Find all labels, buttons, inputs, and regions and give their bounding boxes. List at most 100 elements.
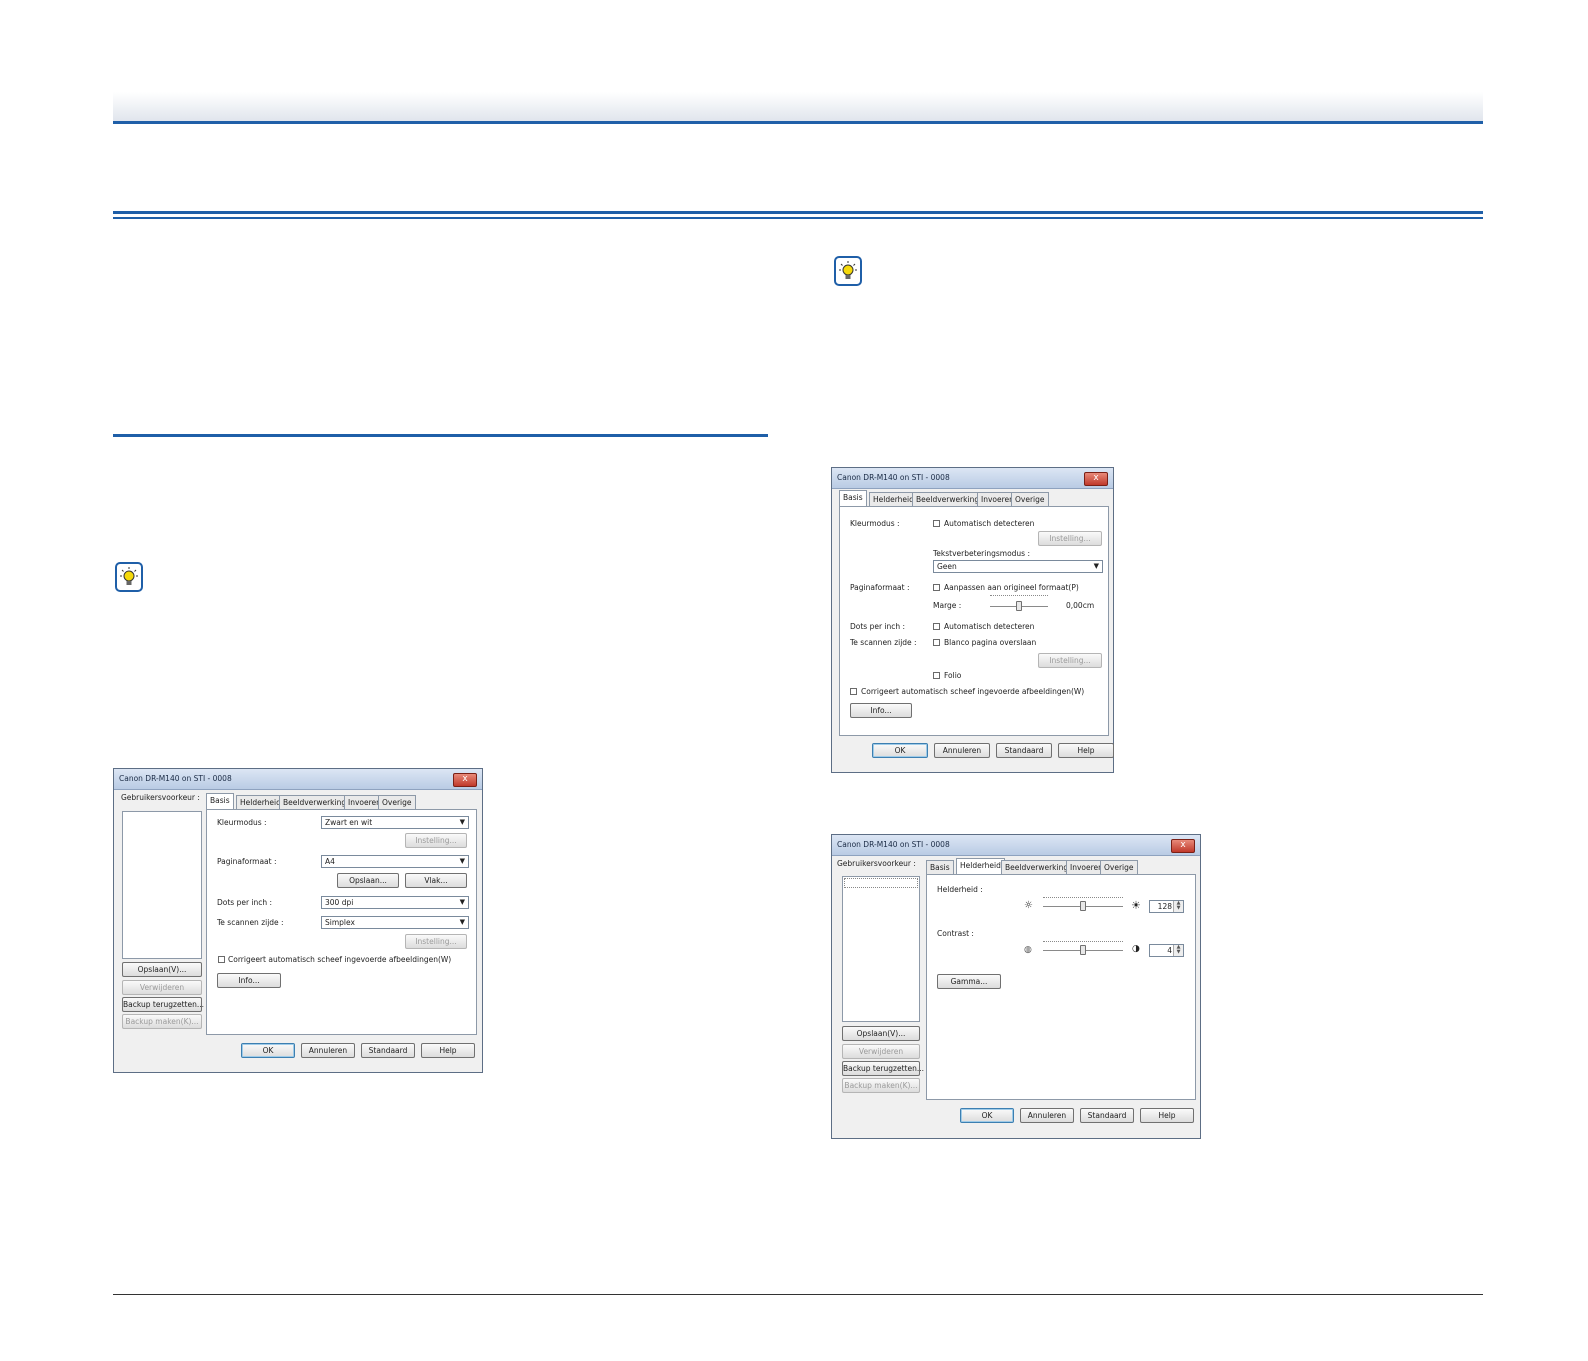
chevron-down-icon: ▼ [1093,562,1099,570]
help-button[interactable]: Help [1058,743,1114,758]
ok-button[interactable]: OK [241,1043,295,1058]
save-preset-button[interactable]: Opslaan(V)... [842,1026,920,1041]
tab-helderheid[interactable]: Helderheid [869,492,918,506]
gamma-button[interactable]: Gamma... [937,974,1001,989]
restore-backup-button[interactable]: Backup terugzetten... [122,997,204,1012]
skip-blank-checkbox[interactable] [933,639,940,646]
tab-beeldverwerking[interactable]: Beeldverwerking [1001,860,1073,874]
dpi-label: Dots per inch : [217,898,273,907]
dialog-title-bar: Canon DR-M140 on STI - 0008 x [114,769,482,790]
contrast-high-icon: ◑ [1132,944,1140,954]
spinner-arrows-icon[interactable]: ▲ ▼ [1173,945,1183,956]
color-mode-select[interactable]: Zwart en wit ▼ [321,816,469,829]
chevron-down-icon: ▼ [459,818,465,826]
scan-side-select[interactable]: Simplex ▼ [321,916,469,929]
lightbulb-tip-icon [115,562,143,592]
delete-preset-button[interactable]: Verwijderen [842,1044,920,1059]
dpi-value: 300 dpi [325,898,354,907]
help-button[interactable]: Help [1140,1108,1194,1123]
auto-detect-color-label: Automatisch detecteren [944,519,1035,528]
contrast-spinner[interactable]: 4 ▲ ▼ [1149,944,1184,957]
color-setting-button[interactable]: Instelling... [1038,531,1102,546]
presets-list[interactable] [122,811,202,959]
chevron-down-icon: ▼ [459,918,465,926]
tab-basis[interactable]: Basis [839,490,867,506]
tab-beeldverwerking[interactable]: Beeldverwerking [912,492,984,506]
save-preset-button[interactable]: Opslaan(V)... [122,962,202,977]
side-setting-button[interactable]: Instelling... [405,934,467,949]
default-button[interactable]: Standaard [361,1043,415,1058]
margin-slider-thumb[interactable] [1016,601,1022,611]
delete-preset-button[interactable]: Verwijderen [122,980,202,995]
scan-side-label: Te scannen zijde : [217,918,284,927]
dpi-auto-checkbox[interactable] [933,623,940,630]
cancel-button[interactable]: Annuleren [301,1043,355,1058]
dialog-title: Canon DR-M140 on STI - 0008 [119,774,232,783]
brightness-value: 128 [1157,902,1172,911]
default-button[interactable]: Standaard [1080,1108,1134,1123]
presets-list[interactable] [842,876,920,1022]
tab-overige[interactable]: Overige [1100,860,1138,874]
deskew-checkbox[interactable] [850,688,857,695]
help-button[interactable]: Help [421,1043,475,1058]
brightness-tab-panel: Helderheid : ☼ ☀ 128 ▲ ▼ Contrast : ◍ ◑ 4… [926,874,1196,1100]
folio-checkbox[interactable] [933,672,940,679]
basis-tab-panel: Kleurmodus : Zwart en wit ▼ Instelling...… [206,809,477,1035]
ok-button[interactable]: OK [960,1108,1014,1123]
color-setting-button[interactable]: Instelling... [405,833,467,848]
make-backup-button[interactable]: Backup maken(K)... [842,1078,920,1093]
margin-value: 0,00cm [1066,601,1095,610]
margin-label: Marge : [933,601,962,610]
close-button[interactable]: x [1084,472,1108,486]
cancel-button[interactable]: Annuleren [1020,1108,1074,1123]
header-band [113,92,1483,122]
page-size-label: Paginaformaat : [217,857,277,866]
section-rule-bottom [113,217,1483,219]
presets-label: Gebruikersvoorkeur : [837,859,916,868]
brightness-slider-thumb[interactable] [1080,901,1086,911]
ok-button[interactable]: OK [872,743,928,758]
page-size-label: Paginaformaat : [850,583,910,592]
cancel-button[interactable]: Annuleren [934,743,990,758]
area-button[interactable]: Vlak... [405,873,467,888]
tab-basis[interactable]: Basis [206,793,234,809]
page-size-select[interactable]: A4 ▼ [321,855,469,868]
skip-blank-label: Blanco pagina overslaan [944,638,1037,647]
tab-beeldverwerking[interactable]: Beeldverwerking [279,795,351,809]
fit-original-checkbox[interactable] [933,584,940,591]
header-rule [113,121,1483,124]
deskew-label: Corrigeert automatisch scheef ingevoerde… [228,955,452,964]
close-button[interactable]: x [1171,839,1195,853]
save-page-size-button[interactable]: Opslaan... [337,873,399,888]
dpi-select[interactable]: 300 dpi ▼ [321,896,469,909]
auto-detect-color-checkbox[interactable] [933,520,940,527]
info-button[interactable]: Info... [217,973,281,988]
tab-helderheid[interactable]: Helderheid [956,858,1005,874]
tab-helderheid[interactable]: Helderheid [236,795,285,809]
side-setting-button[interactable]: Instelling... [1038,653,1102,668]
chevron-down-icon: ▼ [459,857,465,865]
tab-overige[interactable]: Overige [1011,492,1049,506]
default-button[interactable]: Standaard [996,743,1052,758]
dpi-label: Dots per inch : [850,622,906,631]
spinner-arrows-icon[interactable]: ▲ ▼ [1173,901,1183,912]
info-button[interactable]: Info... [850,703,912,718]
tab-basis[interactable]: Basis [926,860,954,874]
fit-original-label: Aanpassen aan origineel formaat(P) [944,583,1079,592]
text-mode-value: Geen [937,562,957,571]
footer-rule [113,1294,1483,1295]
deskew-checkbox[interactable] [218,956,225,963]
contrast-label: Contrast : [937,929,974,938]
page-size-value: A4 [325,857,335,866]
restore-backup-button[interactable]: Backup terugzetten... [842,1061,924,1076]
contrast-value: 4 [1167,946,1172,955]
brightness-spinner[interactable]: 128 ▲ ▼ [1149,900,1184,913]
close-button[interactable]: x [453,773,477,787]
color-mode-value: Zwart en wit [325,818,373,827]
section-rule-top [113,211,1483,214]
contrast-slider-thumb[interactable] [1080,945,1086,955]
make-backup-button[interactable]: Backup maken(K)... [122,1014,202,1029]
dialog-title: Canon DR-M140 on STI - 0008 [837,473,950,482]
text-mode-select[interactable]: Geen ▼ [933,560,1103,573]
tab-overige[interactable]: Overige [378,795,416,809]
